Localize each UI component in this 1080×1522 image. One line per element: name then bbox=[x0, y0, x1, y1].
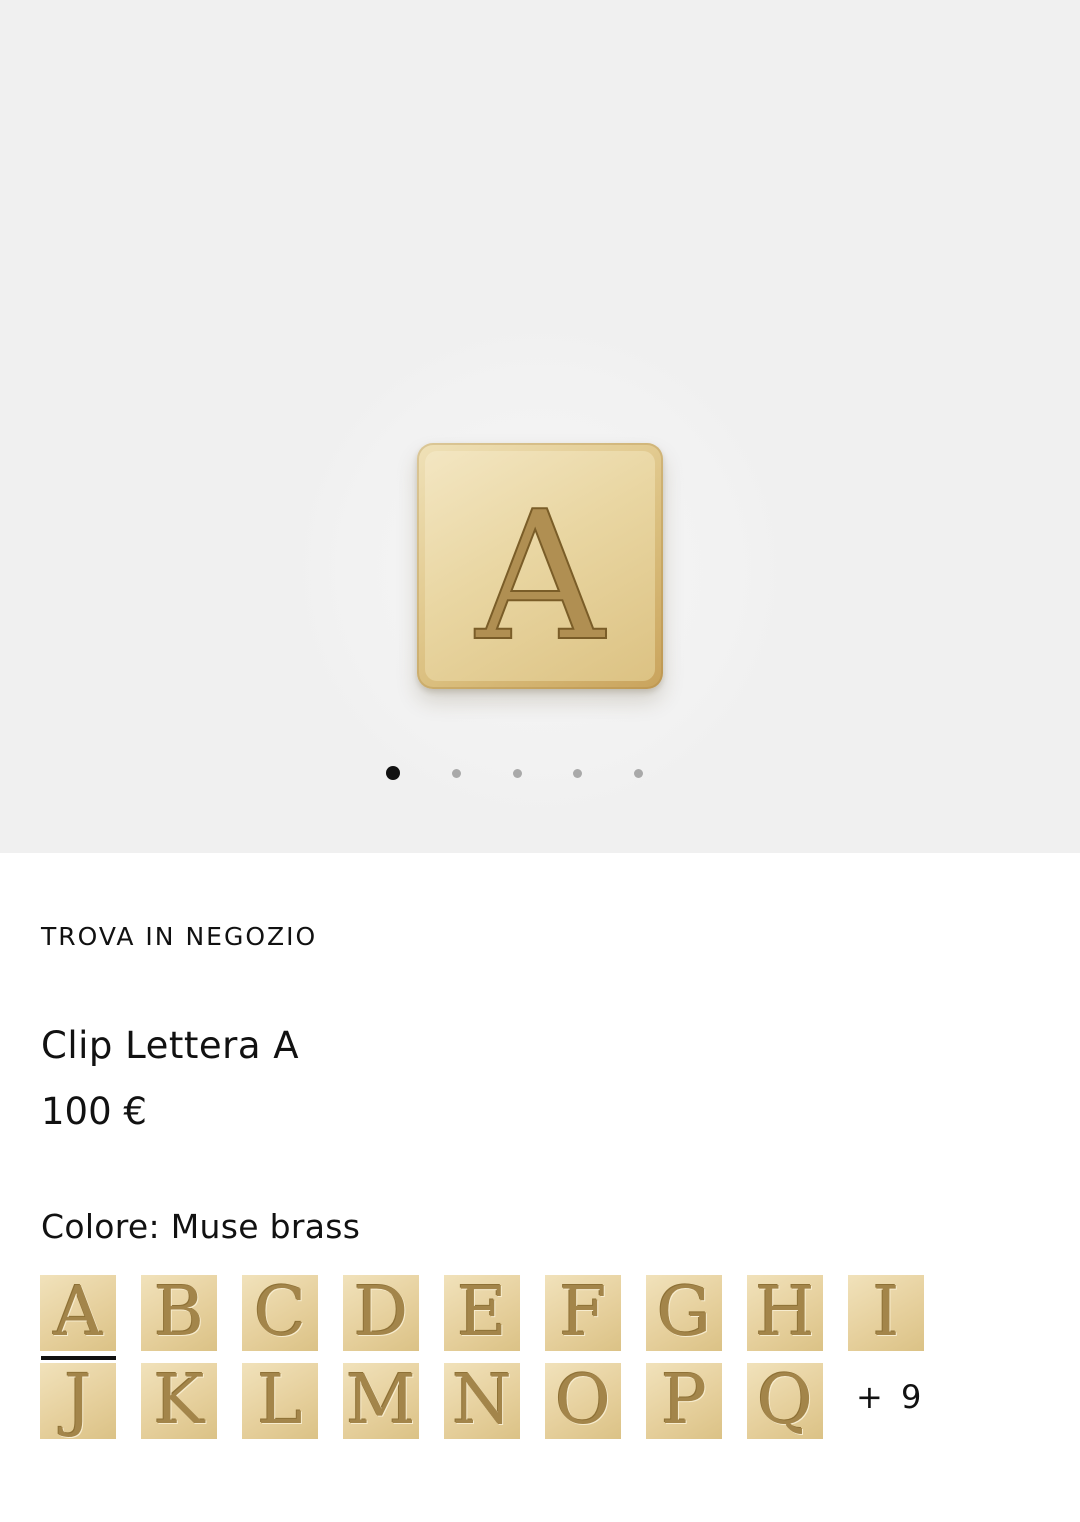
carousel-dot[interactable] bbox=[633, 768, 643, 778]
letter-swatch-j[interactable]: J bbox=[40, 1363, 116, 1439]
letter-swatch-b[interactable]: B bbox=[141, 1275, 217, 1351]
letter-swatch-m[interactable]: M bbox=[343, 1363, 419, 1439]
letter-swatch-label: K bbox=[153, 1363, 205, 1439]
letter-swatch-label: E bbox=[457, 1275, 507, 1351]
letter-swatch-h[interactable]: H bbox=[747, 1275, 823, 1351]
carousel-dot[interactable] bbox=[572, 768, 582, 778]
letter-swatch-label: P bbox=[661, 1363, 707, 1439]
letter-swatch-n[interactable]: N bbox=[444, 1363, 520, 1439]
letter-swatch-l[interactable]: L bbox=[242, 1363, 318, 1439]
letter-swatch-p[interactable]: P bbox=[646, 1363, 722, 1439]
letter-swatch-a[interactable]: A bbox=[40, 1275, 116, 1351]
letter-swatch-label: I bbox=[872, 1275, 900, 1351]
letter-swatch-c[interactable]: C bbox=[242, 1275, 318, 1351]
letter-swatch-label: Q bbox=[757, 1363, 813, 1439]
letter-swatch-label: L bbox=[257, 1363, 303, 1439]
letter-swatch-label: D bbox=[353, 1275, 409, 1351]
product-image-carousel[interactable]: A bbox=[0, 0, 1080, 853]
color-label: Colore: Muse brass bbox=[41, 1207, 361, 1246]
letter-swatch-label: N bbox=[452, 1363, 512, 1439]
product-image-letter-tile: A bbox=[417, 443, 663, 689]
carousel-dot[interactable] bbox=[451, 768, 461, 778]
letter-swatch-k[interactable]: K bbox=[141, 1363, 217, 1439]
tile-letter: A bbox=[474, 473, 607, 680]
letter-swatch-label: A bbox=[53, 1275, 103, 1351]
letter-swatch-q[interactable]: Q bbox=[747, 1363, 823, 1439]
product-title: Clip Lettera A bbox=[41, 1024, 300, 1067]
letter-swatch-label: J bbox=[64, 1363, 92, 1439]
product-price: 100 € bbox=[41, 1090, 147, 1133]
selected-indicator bbox=[41, 1356, 116, 1360]
letter-swatch-label: H bbox=[755, 1275, 815, 1351]
letter-swatch-e[interactable]: E bbox=[444, 1275, 520, 1351]
letter-swatch-o[interactable]: O bbox=[545, 1363, 621, 1439]
letter-swatch-label: G bbox=[656, 1275, 712, 1351]
letter-swatch-g[interactable]: G bbox=[646, 1275, 722, 1351]
carousel-pagination bbox=[0, 765, 1080, 785]
letter-swatch-label: M bbox=[346, 1363, 416, 1439]
letter-swatch-label: O bbox=[555, 1363, 611, 1439]
letter-swatch-d[interactable]: D bbox=[343, 1275, 419, 1351]
tile-letter-graphic: A bbox=[473, 472, 608, 681]
more-letters-button[interactable]: + 9 bbox=[856, 1378, 925, 1416]
letter-swatch-label: F bbox=[559, 1275, 607, 1351]
letter-swatch-label: C bbox=[253, 1275, 307, 1351]
find-in-store-link[interactable]: TROVA IN NEGOZIO bbox=[41, 922, 317, 951]
letter-swatch-i[interactable]: I bbox=[848, 1275, 924, 1351]
carousel-dot[interactable] bbox=[386, 766, 400, 780]
letter-swatch-f[interactable]: F bbox=[545, 1275, 621, 1351]
letter-swatch-label: B bbox=[154, 1275, 204, 1351]
carousel-dot[interactable] bbox=[512, 768, 522, 778]
